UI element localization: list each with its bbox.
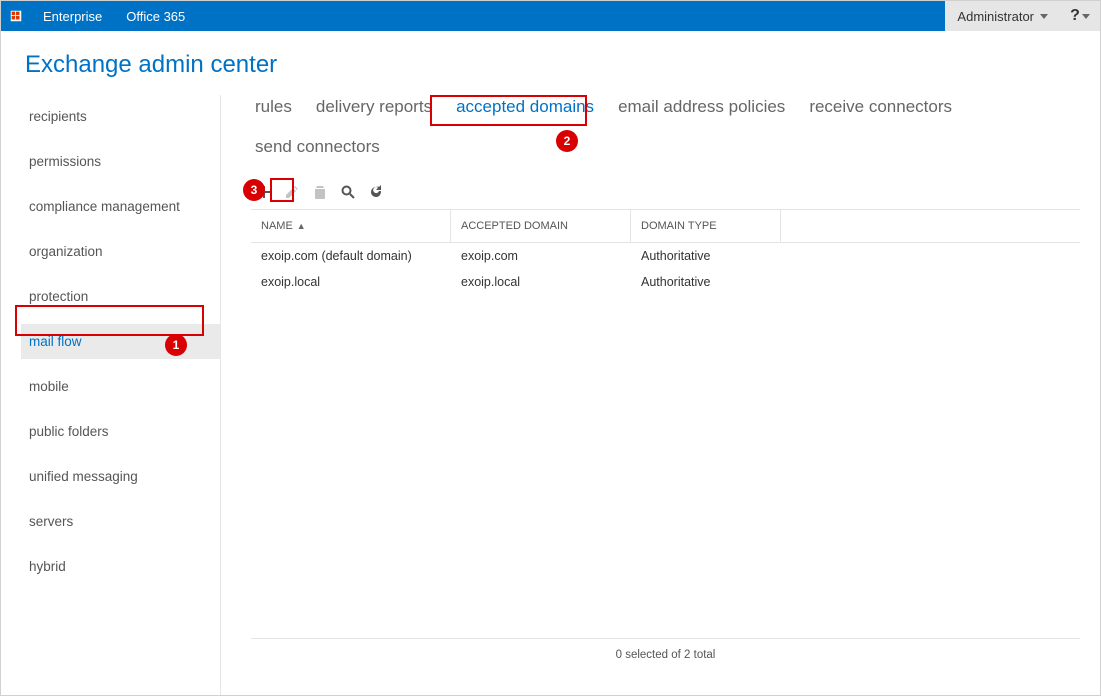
tab-accepted-domains[interactable]: accepted domains (452, 95, 598, 119)
sidebar-item-recipients[interactable]: recipients (21, 99, 220, 134)
table-header: NAME ▲ ACCEPTED DOMAIN DOMAIN TYPE (251, 210, 1080, 243)
sidebar-item-servers[interactable]: servers (21, 504, 220, 539)
sidebar-item-compliance[interactable]: compliance management (21, 189, 220, 224)
cell-name: exoip.local (251, 269, 451, 295)
toolbar (255, 183, 1080, 201)
help-button[interactable]: ? (1060, 1, 1100, 31)
selection-status: 0 selected of 2 total (251, 639, 1080, 671)
topbar-tab-enterprise[interactable]: Enterprise (31, 1, 114, 31)
column-header-type[interactable]: DOMAIN TYPE (631, 210, 781, 242)
cell-empty (781, 243, 1080, 269)
magnifier-icon (340, 184, 356, 200)
user-menu[interactable]: Administrator (945, 1, 1060, 31)
sidebar-item-hybrid[interactable]: hybrid (21, 549, 220, 584)
tab-delivery-reports[interactable]: delivery reports (312, 95, 436, 119)
trash-icon (312, 184, 328, 200)
column-header-domain[interactable]: ACCEPTED DOMAIN (451, 210, 631, 242)
domains-table: NAME ▲ ACCEPTED DOMAIN DOMAIN TYPE exoip… (251, 209, 1080, 639)
tab-receive-connectors[interactable]: receive connectors (805, 95, 956, 119)
office-waffle-icon[interactable] (1, 9, 31, 23)
search-button[interactable] (339, 183, 357, 201)
tab-send-connectors[interactable]: send connectors (251, 135, 384, 159)
cell-domain: exoip.local (451, 269, 631, 295)
column-name-label: NAME (261, 220, 293, 232)
sidebar-item-mailflow[interactable]: mail flow (21, 324, 220, 359)
sidebar-item-organization[interactable]: organization (21, 234, 220, 269)
sidebar-item-mobile[interactable]: mobile (21, 369, 220, 404)
chevron-down-icon (1082, 14, 1090, 19)
column-header-empty (781, 210, 1080, 242)
pencil-icon (284, 184, 300, 200)
refresh-icon (368, 184, 384, 200)
sidebar-item-permissions[interactable]: permissions (21, 144, 220, 179)
cell-type: Authoritative (631, 243, 781, 269)
tab-rules[interactable]: rules (251, 95, 296, 119)
cell-type: Authoritative (631, 269, 781, 295)
tab-email-address-policies[interactable]: email address policies (614, 95, 789, 119)
user-name-label: Administrator (957, 9, 1034, 24)
tabs: rules delivery reports accepted domains … (251, 95, 1080, 159)
top-bar: Enterprise Office 365 Administrator ? (1, 1, 1100, 31)
chevron-down-icon (1040, 14, 1048, 19)
refresh-button[interactable] (367, 183, 385, 201)
table-row[interactable]: exoip.com (default domain) exoip.com Aut… (251, 243, 1080, 269)
cell-empty (781, 269, 1080, 295)
cell-domain: exoip.com (451, 243, 631, 269)
sidebar-item-publicfolders[interactable]: public folders (21, 414, 220, 449)
sort-asc-icon: ▲ (297, 221, 306, 231)
sidebar-item-unifiedmessaging[interactable]: unified messaging (21, 459, 220, 494)
delete-button[interactable] (311, 183, 329, 201)
sidebar-item-protection[interactable]: protection (21, 279, 220, 314)
topbar-tab-office365[interactable]: Office 365 (114, 1, 197, 31)
sidebar: recipients permissions compliance manage… (21, 95, 221, 695)
table-row[interactable]: exoip.local exoip.local Authoritative (251, 269, 1080, 295)
cell-name: exoip.com (default domain) (251, 243, 451, 269)
help-icon: ? (1070, 7, 1080, 25)
plus-icon (256, 184, 272, 200)
add-button[interactable] (255, 183, 273, 201)
page-title: Exchange admin center (21, 51, 1080, 79)
column-header-name[interactable]: NAME ▲ (251, 210, 451, 242)
edit-button[interactable] (283, 183, 301, 201)
